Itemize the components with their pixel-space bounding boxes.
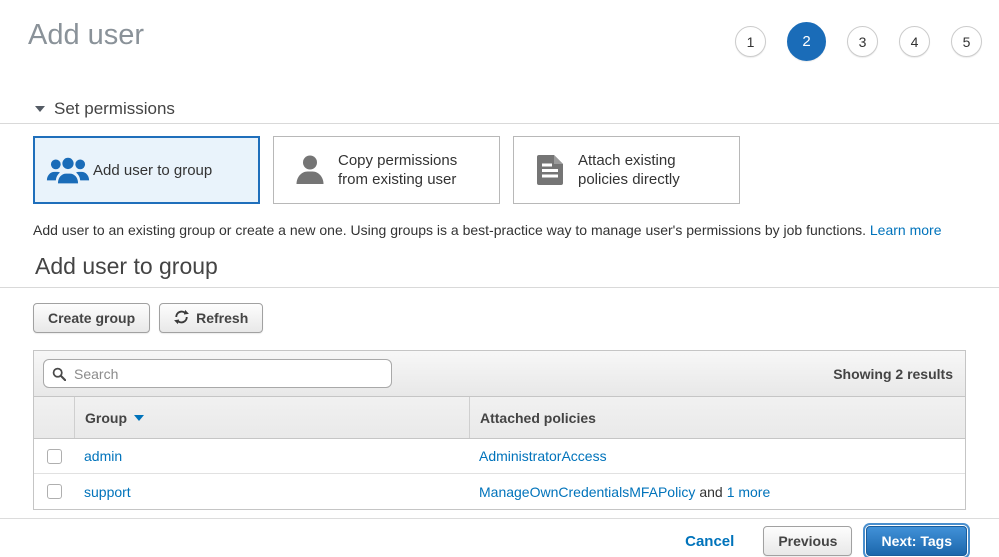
previous-button[interactable]: Previous	[763, 526, 852, 556]
checkbox-cell	[34, 439, 74, 473]
table-header-row: Group Attached policies	[34, 397, 965, 439]
table-toolbar: Showing 2 results	[34, 351, 965, 397]
table-row: admin AdministratorAccess	[34, 439, 965, 474]
learn-more-link[interactable]: Learn more	[870, 222, 942, 238]
set-permissions-title: Set permissions	[54, 99, 175, 119]
create-group-button[interactable]: Create group	[33, 303, 150, 333]
wizard-step-4: 4	[899, 26, 930, 57]
previous-label: Previous	[778, 533, 837, 549]
and-text: and	[699, 484, 722, 500]
section-divider	[0, 123, 999, 124]
refresh-label: Refresh	[196, 310, 248, 326]
collapse-caret-icon	[35, 106, 45, 112]
group-actions: Create group Refresh	[33, 303, 999, 333]
cancel-link[interactable]: Cancel	[685, 533, 734, 550]
policy-link[interactable]: AdministratorAccess	[479, 448, 607, 464]
row-checkbox-support[interactable]	[47, 484, 62, 499]
policy-link[interactable]: ManageOwnCredentialsMFAPolicy	[479, 484, 695, 500]
group-cell: admin	[74, 439, 469, 473]
set-permissions-header[interactable]: Set permissions	[35, 99, 999, 119]
table-row: support ManageOwnCredentialsMFAPolicy an…	[34, 474, 965, 509]
section-divider	[0, 287, 999, 288]
next-tags-button[interactable]: Next: Tags	[866, 526, 967, 556]
permission-option-cards: Add user to group Copy permissions from …	[33, 136, 966, 204]
groups-table: Showing 2 results Group Attached policie…	[33, 350, 966, 510]
policies-cell: AdministratorAccess	[469, 439, 965, 473]
section-description: Add user to an existing group or create …	[33, 220, 966, 240]
group-link[interactable]: support	[84, 484, 131, 500]
wizard-step-2-active: 2	[787, 22, 826, 61]
option-card-label: Attach existing policies directly	[578, 151, 731, 189]
column-header-group[interactable]: Group	[74, 397, 469, 438]
column-header-attached-policies: Attached policies	[469, 397, 965, 438]
create-group-label: Create group	[48, 310, 135, 326]
search-input[interactable]	[43, 359, 392, 388]
wizard-steps: 1 2 3 4 5	[735, 22, 982, 61]
next-tags-label: Next: Tags	[881, 533, 952, 549]
option-card-copy-permissions[interactable]: Copy permissions from existing user	[273, 136, 500, 204]
option-card-label: Add user to group	[93, 161, 216, 180]
column-header-group-label: Group	[85, 410, 127, 426]
search-wrap	[43, 359, 392, 388]
refresh-button[interactable]: Refresh	[159, 303, 263, 333]
search-icon	[52, 367, 66, 386]
refresh-icon	[174, 309, 189, 328]
description-text: Add user to an existing group or create …	[33, 222, 866, 238]
wizard-footer: Cancel Previous Next: Tags	[0, 519, 999, 557]
checkbox-cell	[34, 474, 74, 509]
wizard-step-1: 1	[735, 26, 766, 57]
option-card-attach-policies[interactable]: Attach existing policies directly	[513, 136, 740, 204]
row-checkbox-admin[interactable]	[47, 449, 62, 464]
sort-descending-icon	[134, 415, 144, 421]
page-header: Add user 1 2 3 4 5	[0, 0, 999, 62]
more-policies-link[interactable]: 1 more	[727, 484, 771, 500]
user-group-icon	[43, 155, 93, 185]
header-checkbox-cell	[34, 397, 74, 438]
group-cell: support	[74, 474, 469, 509]
option-card-add-user-to-group[interactable]: Add user to group	[33, 136, 260, 204]
results-count: Showing 2 results	[833, 366, 953, 382]
user-icon	[282, 154, 338, 186]
column-header-policies-label: Attached policies	[480, 410, 596, 426]
wizard-step-5: 5	[951, 26, 982, 57]
policies-cell: ManageOwnCredentialsMFAPolicy and 1 more	[469, 474, 965, 509]
option-card-label: Copy permissions from existing user	[338, 151, 491, 189]
document-icon	[522, 154, 578, 186]
group-link[interactable]: admin	[84, 448, 122, 464]
wizard-step-3: 3	[847, 26, 878, 57]
group-section-title: Add user to group	[35, 253, 999, 279]
